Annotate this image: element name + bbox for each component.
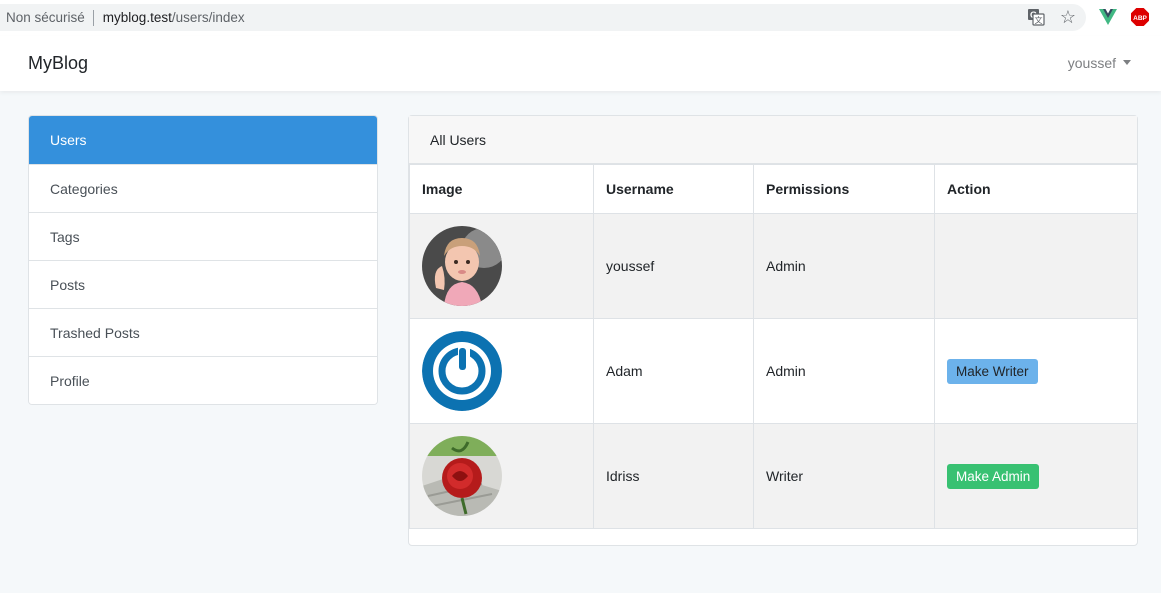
username-cell: Idriss bbox=[593, 423, 754, 529]
url-divider bbox=[92, 9, 94, 26]
star-icon[interactable]: ☆ bbox=[1057, 6, 1079, 28]
table-row: Idriss Writer Make Admin bbox=[409, 423, 1138, 529]
adblock-plus-icon[interactable]: ABP bbox=[1129, 6, 1151, 28]
table-row: youssef Admin bbox=[409, 213, 1138, 319]
users-card: All Users Image Username Permissions Act… bbox=[408, 115, 1138, 546]
user-name: youssef bbox=[1067, 55, 1116, 71]
user-avatar-youssef bbox=[422, 226, 502, 306]
image-cell bbox=[409, 423, 594, 529]
translate-icon[interactable]: G 文 bbox=[1025, 6, 1047, 28]
action-cell bbox=[934, 213, 1138, 319]
user-avatar-idriss bbox=[422, 436, 502, 516]
permission-cell: Writer bbox=[753, 423, 935, 529]
url-field[interactable]: Non sécurisé myblog.test/users/index bbox=[0, 4, 1086, 31]
column-header-image: Image bbox=[409, 164, 594, 214]
card-title: All Users bbox=[409, 116, 1137, 164]
action-cell: Make Admin bbox=[934, 423, 1138, 529]
app-navbar: MyBlog youssef bbox=[0, 36, 1161, 91]
user-avatar-adam bbox=[422, 331, 502, 411]
username-cell: Adam bbox=[593, 318, 754, 424]
sidebar-item-users[interactable]: Users bbox=[29, 116, 377, 164]
url-host[interactable]: myblog.test bbox=[103, 10, 172, 25]
sidebar-item-tags[interactable]: Tags bbox=[29, 212, 377, 260]
svg-text:ABP: ABP bbox=[1133, 15, 1147, 22]
permission-cell: Admin bbox=[753, 213, 935, 319]
svg-text:文: 文 bbox=[1035, 15, 1043, 25]
username-cell: youssef bbox=[593, 213, 754, 319]
sidebar-item-trashed-posts[interactable]: Trashed Posts bbox=[29, 308, 377, 356]
vue-devtools-icon[interactable] bbox=[1097, 6, 1119, 28]
column-header-username: Username bbox=[593, 164, 754, 214]
brand-link[interactable]: MyBlog bbox=[28, 53, 88, 74]
permission-cell: Admin bbox=[753, 318, 935, 424]
image-cell bbox=[409, 213, 594, 319]
table-row: Adam Admin Make Writer bbox=[409, 318, 1138, 424]
user-dropdown[interactable]: youssef bbox=[1068, 55, 1131, 71]
image-cell bbox=[409, 318, 594, 424]
make-writer-button[interactable]: Make Writer bbox=[947, 358, 1038, 384]
make-admin-button[interactable]: Make Admin bbox=[947, 463, 1040, 489]
sidebar-item-posts[interactable]: Posts bbox=[29, 260, 377, 308]
users-table: Image Username Permissions Action yousse… bbox=[409, 164, 1138, 529]
sidebar-menu: Users Categories Tags Posts Trashed Post… bbox=[28, 115, 378, 405]
action-cell: Make Writer bbox=[934, 318, 1138, 424]
caret-down-icon bbox=[1123, 59, 1131, 65]
sidebar-item-profile[interactable]: Profile bbox=[29, 356, 377, 404]
security-indicator[interactable]: Non sécurisé bbox=[6, 10, 85, 25]
url-path[interactable]: /users/index bbox=[172, 10, 245, 25]
column-header-permissions: Permissions bbox=[753, 164, 935, 214]
sidebar-item-categories[interactable]: Categories bbox=[29, 164, 377, 212]
column-header-action: Action bbox=[934, 164, 1138, 214]
browser-address-bar: Non sécurisé myblog.test/users/index G 文… bbox=[0, 0, 1161, 36]
